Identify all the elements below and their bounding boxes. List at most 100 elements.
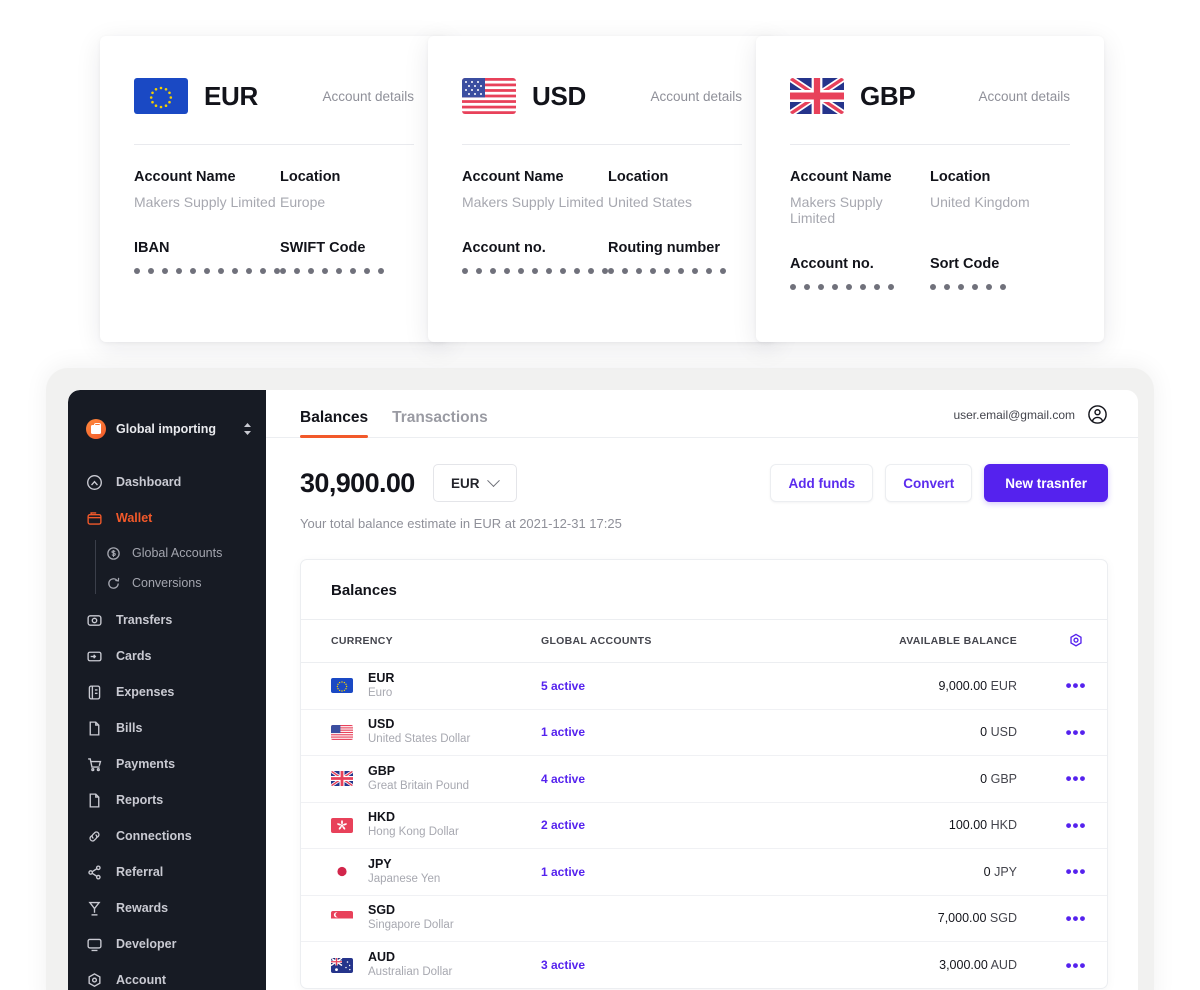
active-accounts-link[interactable]: 3 active	[541, 958, 585, 972]
active-accounts-link[interactable]: 5 active	[541, 679, 585, 693]
currency-code: AUD	[368, 949, 396, 964]
convert-button[interactable]: Convert	[885, 464, 973, 502]
account-card-usd[interactable]: USD Account details Account Name Makers …	[428, 36, 776, 342]
currency-code: JPY	[368, 856, 392, 871]
chevron-down-icon	[487, 473, 501, 487]
sidebar-item-rewards[interactable]: Rewards	[68, 890, 266, 926]
balances-table: CURRENCY GLOBAL ACCOUNTS AVAILABLE BALAN…	[301, 619, 1107, 988]
balance-unit: JPY	[994, 864, 1017, 879]
sidebar-item-reports[interactable]: Reports	[68, 782, 266, 818]
org-switcher[interactable]: Global importing	[68, 406, 266, 446]
masked-value	[930, 284, 1070, 290]
row-menu-button[interactable]: •••	[1045, 662, 1107, 710]
table-row[interactable]: SGD Singapore Dollar 7,000.00 SGD •••	[301, 895, 1107, 942]
balance-unit: USD	[990, 725, 1017, 740]
cell-currency: GBP Great Britain Pound	[301, 755, 541, 803]
currency-code: GBP	[368, 763, 396, 778]
sidebar-item-account[interactable]: Account	[68, 962, 266, 990]
masked-value	[462, 268, 608, 274]
rewards-icon	[86, 900, 103, 917]
row-menu-button[interactable]: •••	[1045, 848, 1107, 896]
cell-global-accounts: 2 active	[541, 802, 771, 849]
active-accounts-link[interactable]: 1 active	[541, 725, 585, 739]
cell-currency: SGD Singapore Dollar	[301, 895, 541, 942]
sidebar-item-transfers[interactable]: Transfers	[68, 602, 266, 638]
field-account-no: Account no.	[790, 256, 930, 290]
card-currency-code: EUR	[204, 80, 258, 111]
transfers-icon	[86, 612, 103, 629]
row-menu-button[interactable]: •••	[1045, 709, 1107, 756]
sidebar-item-label: Account	[116, 973, 166, 987]
sidebar-item-label: Expenses	[116, 685, 175, 699]
balance-unit: GBP	[990, 771, 1017, 786]
row-menu-button[interactable]: •••	[1045, 942, 1107, 989]
table-row[interactable]: GBP Great Britain Pound 4 active 0 GBP •••	[301, 755, 1107, 803]
add-funds-button[interactable]: Add funds	[770, 464, 874, 502]
sidebar: Global importing Dashboard Wallet Global…	[68, 390, 266, 990]
chevron-updown-icon	[243, 422, 252, 436]
table-title: Balances	[331, 582, 397, 599]
account-card-gbp[interactable]: GBP Account details Account Name Makers …	[756, 36, 1104, 342]
sidebar-submenu-wallet: Global Accounts Conversions	[68, 538, 266, 598]
currency-select[interactable]: EUR	[432, 464, 517, 502]
main-content: Balances Transactions user.email@gmail.c…	[266, 390, 1138, 990]
table-body: EUR Euro 5 active 9,000.00 EUR ••• USD United …	[301, 662, 1107, 989]
sidebar-item-dashboard[interactable]: Dashboard	[68, 464, 266, 500]
sidebar-item-wallet[interactable]: Wallet	[68, 500, 266, 536]
sidebar-item-bills[interactable]: Bills	[68, 710, 266, 746]
tab-balances[interactable]: Balances	[300, 409, 369, 438]
user-avatar-icon[interactable]	[1087, 404, 1108, 425]
active-accounts-link[interactable]: 1 active	[541, 865, 585, 879]
account-details-link[interactable]: Account details	[322, 89, 414, 104]
cell-currency: EUR Euro	[301, 662, 541, 710]
cell-available-balance: 9,000.00 EUR	[771, 662, 1045, 710]
table-row[interactable]: AUD Australian Dollar 3 active 3,000.00 AUD…	[301, 942, 1107, 989]
jp-flag-icon	[331, 864, 353, 880]
sidebar-item-conversions[interactable]: Conversions	[78, 568, 266, 598]
dashboard-app: Global importing Dashboard Wallet Global…	[68, 390, 1138, 990]
currency-name: Australian Dollar	[368, 966, 453, 979]
field-location: Location Europe	[280, 169, 414, 210]
table-row[interactable]: EUR Euro 5 active 9,000.00 EUR •••	[301, 662, 1107, 710]
sidebar-item-payments[interactable]: Payments	[68, 746, 266, 782]
tab-transactions[interactable]: Transactions	[392, 409, 488, 437]
field-value: Makers Supply Limited	[790, 194, 883, 226]
currency-name: Euro	[368, 686, 393, 699]
table-row[interactable]: USD United States Dollar 1 active 0 USD •••	[301, 709, 1107, 756]
account-details-link[interactable]: Account details	[978, 89, 1070, 104]
active-accounts-link[interactable]: 2 active	[541, 818, 585, 832]
row-menu-button[interactable]: •••	[1045, 755, 1107, 803]
settings-gear-icon[interactable]	[1068, 633, 1084, 647]
sidebar-item-global-accounts[interactable]: Global Accounts	[78, 538, 266, 568]
table-row[interactable]: JPY Japanese Yen 1 active 0 JPY •••	[301, 848, 1107, 896]
account-details-link[interactable]: Account details	[650, 89, 742, 104]
balance-subtitle: Your total balance estimate in EUR at 20…	[300, 516, 622, 531]
account-card-eur[interactable]: EUR Account details Account Name Makers …	[100, 36, 448, 342]
sidebar-item-label: Dashboard	[116, 475, 182, 489]
currency-code: USD	[368, 717, 395, 732]
active-accounts-link[interactable]: 4 active	[541, 772, 585, 786]
account-cards-row: EUR Account details Account Name Makers …	[0, 0, 1200, 360]
sidebar-item-cards[interactable]: Cards	[68, 638, 266, 674]
new-transfer-button[interactable]: New trasnfer	[984, 464, 1108, 502]
field-location: Location United Kingdom	[930, 169, 1070, 226]
row-menu-button[interactable]: •••	[1045, 802, 1107, 849]
sg-flag-icon	[331, 910, 353, 926]
sidebar-item-connections[interactable]: Connections	[68, 818, 266, 854]
row-menu-button[interactable]: •••	[1045, 895, 1107, 942]
sidebar-item-referral[interactable]: Referral	[68, 854, 266, 890]
balance-value: 3,000.00	[939, 958, 988, 972]
page-root: EUR Account details Account Name Makers …	[0, 0, 1200, 990]
table-row[interactable]: HKD Hong Kong Dollar 2 active 100.00 HKD •••	[301, 802, 1107, 849]
sidebar-item-developer[interactable]: Developer	[68, 926, 266, 962]
sidebar-item-label: Rewards	[116, 901, 169, 915]
connections-icon	[86, 828, 103, 845]
cell-global-accounts: 1 active	[541, 709, 771, 756]
field-label: Routing number	[608, 240, 720, 256]
table-header-row: CURRENCY GLOBAL ACCOUNTS AVAILABLE BALAN…	[301, 619, 1107, 663]
gb-flag-icon	[790, 78, 844, 114]
sidebar-item-expenses[interactable]: Expenses	[68, 674, 266, 710]
balance-row: 30,900.00 EUR Add funds Convert New tras…	[300, 464, 1108, 502]
reports-icon	[86, 792, 103, 809]
sidebar-item-label: Wallet	[116, 511, 153, 525]
